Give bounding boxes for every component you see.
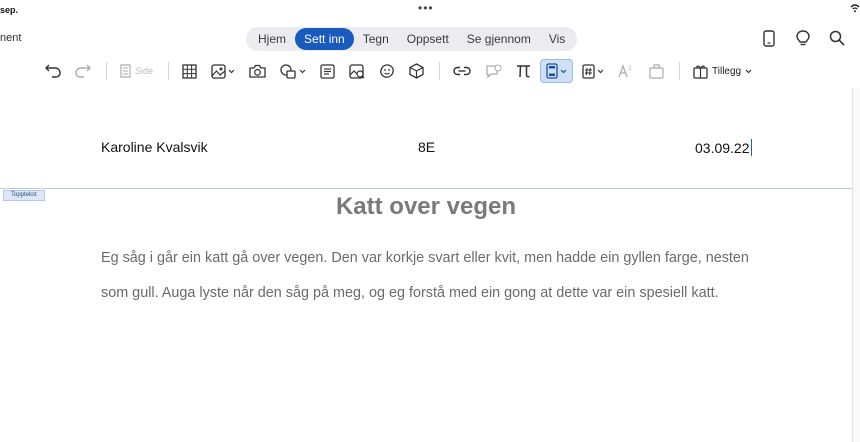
- ribbon-tabs: Hjem Sett inn Tegn Oppsett Se gjennom Vi…: [246, 27, 578, 51]
- page-header[interactable]: Karoline Kvalsvik 8E 03.09.22: [0, 88, 852, 188]
- header-footer-button[interactable]: [540, 59, 574, 83]
- link-icon[interactable]: [448, 59, 476, 83]
- search-icon[interactable]: [828, 29, 846, 47]
- insert-ribbon: Side 1 Tillegg: [0, 56, 860, 86]
- status-bar: sep. •••: [0, 0, 860, 20]
- chevron-down-icon: [745, 69, 752, 73]
- chevron-down-icon: [299, 69, 306, 73]
- shapes-icon: [280, 63, 296, 79]
- top-right-actions: [760, 29, 846, 47]
- multitask-dots[interactable]: •••: [418, 1, 434, 15]
- header-date[interactable]: 03.09.22: [695, 139, 752, 156]
- ribbon-divider: [679, 62, 681, 80]
- table-icon[interactable]: [177, 59, 202, 83]
- ribbon-divider: [168, 62, 170, 80]
- vertical-scrollbar[interactable]: [852, 88, 860, 442]
- tab-vis[interactable]: Vis: [540, 28, 574, 50]
- picture-button[interactable]: [206, 59, 240, 83]
- status-date: sep.: [0, 5, 19, 15]
- comment-icon[interactable]: [480, 59, 507, 83]
- undo-icon[interactable]: [40, 59, 66, 83]
- wifi-icon: [850, 4, 860, 13]
- tab-se-gjennom[interactable]: Se gjennom: [458, 28, 540, 50]
- addins-button[interactable]: Tillegg: [688, 59, 757, 83]
- chevron-down-icon: [597, 69, 604, 73]
- tab-tegn[interactable]: Tegn: [354, 28, 398, 50]
- header-boundary-line: [0, 188, 852, 189]
- redo-icon[interactable]: [70, 59, 96, 83]
- document-body[interactable]: Eg såg i går ein katt gå over vegen. Den…: [101, 241, 761, 310]
- ribbon-divider: [439, 62, 441, 80]
- chevron-down-icon: [560, 69, 567, 73]
- header-name[interactable]: Karoline Kvalsvik: [101, 139, 208, 155]
- header-class[interactable]: 8E: [418, 139, 435, 155]
- online-picture-icon[interactable]: [344, 59, 370, 83]
- camera-icon[interactable]: [244, 59, 271, 83]
- 3d-model-icon[interactable]: [404, 59, 429, 83]
- page-number-icon: [582, 63, 595, 79]
- tab-hjem[interactable]: Hjem: [249, 28, 295, 50]
- addins-label: Tillegg: [712, 65, 742, 77]
- page-label: Side: [135, 66, 154, 76]
- page-icon: [120, 64, 131, 78]
- ribbon-divider: [106, 62, 107, 80]
- textbox-icon[interactable]: [315, 59, 340, 83]
- page-button[interactable]: Side: [115, 59, 158, 83]
- addins-icon: [693, 65, 708, 79]
- title-row: nent Hjem Sett inn Tegn Oppsett Se gjenn…: [0, 20, 860, 58]
- superscript-icon[interactable]: 1: [613, 59, 640, 83]
- symbol-icon[interactable]: [644, 59, 669, 83]
- text-cursor: [750, 139, 752, 156]
- equation-icon[interactable]: [511, 59, 536, 83]
- word-app: sep. ••• nent Hjem Sett inn Tegn Oppsett…: [0, 0, 860, 442]
- document-title[interactable]: Katt over vegen: [0, 193, 852, 221]
- phone-icon[interactable]: [760, 29, 778, 47]
- header-footer-icon: [546, 63, 558, 79]
- tab-oppsett[interactable]: Oppsett: [398, 28, 458, 50]
- lightbulb-icon[interactable]: [794, 29, 812, 47]
- tab-sett-inn[interactable]: Sett inn: [295, 28, 354, 50]
- document-name[interactable]: nent: [0, 32, 21, 44]
- shapes-button[interactable]: [275, 59, 311, 83]
- document-canvas[interactable]: Karoline Kvalsvik 8E 03.09.22 Topptekst …: [0, 88, 852, 442]
- header-date-text: 03.09.22: [695, 140, 750, 156]
- page-number-button[interactable]: [577, 59, 609, 83]
- sticker-icon[interactable]: [374, 59, 400, 83]
- svg-text:1: 1: [628, 65, 632, 72]
- picture-icon: [211, 63, 226, 79]
- chevron-down-icon: [228, 69, 235, 73]
